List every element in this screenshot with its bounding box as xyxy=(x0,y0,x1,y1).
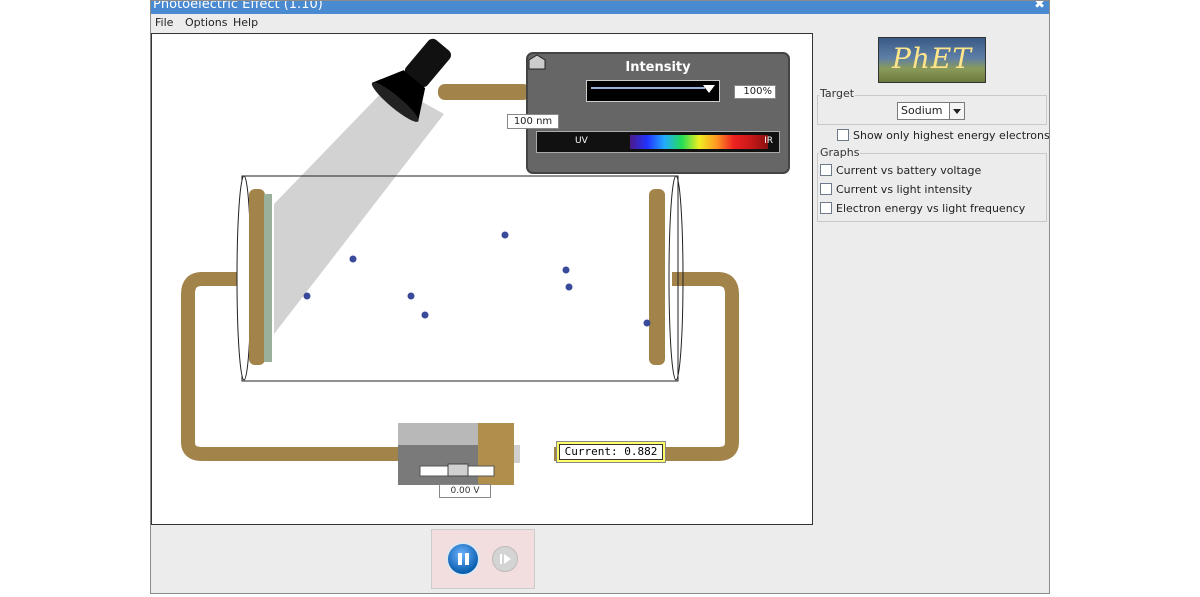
target-value: Sodium xyxy=(901,104,943,117)
light-beam xyxy=(274,84,444,334)
menu-bar: File Options Help xyxy=(151,14,1049,32)
wavelength-value-field[interactable]: 100 nm xyxy=(507,114,559,129)
visible-spectrum xyxy=(630,135,768,149)
menu-options[interactable]: Options xyxy=(185,16,227,29)
current-value: Current: 0.882 xyxy=(559,444,663,460)
intensity-title: Intensity xyxy=(625,60,691,75)
wavelength-knob-icon[interactable] xyxy=(528,54,546,70)
wire-right xyxy=(554,272,739,461)
electron xyxy=(562,266,570,274)
chevron-down-icon[interactable] xyxy=(949,103,964,119)
window-title: Photoelectric Effect (1.10) xyxy=(153,1,323,12)
electron xyxy=(501,231,509,239)
target-select[interactable]: Sodium xyxy=(897,102,965,120)
left-plate xyxy=(249,189,265,365)
graph-current-intensity-checkbox[interactable]: Current vs light intensity xyxy=(820,182,972,198)
checkbox-icon[interactable] xyxy=(820,164,832,176)
control-panel: PhET Target Sodium Show only highest ene… xyxy=(813,33,1049,593)
voltage-value-field[interactable]: 0.00 V xyxy=(439,484,491,498)
electron xyxy=(565,283,573,291)
graph-current-voltage-checkbox[interactable]: Current vs battery voltage xyxy=(820,163,981,179)
electron xyxy=(643,319,651,327)
step-button[interactable] xyxy=(492,546,518,572)
electron xyxy=(303,292,311,300)
target-label: Target xyxy=(819,87,856,100)
uv-label: UV xyxy=(575,136,588,146)
electron xyxy=(349,255,357,263)
current-readout: Current: 0.882 xyxy=(556,441,666,463)
pause-button[interactable] xyxy=(446,542,480,576)
intensity-panel: Intensity 100% UV IR xyxy=(526,52,790,174)
intensity-value-field[interactable]: 100% xyxy=(734,85,776,99)
slider-knob-icon[interactable] xyxy=(703,85,715,93)
intensity-slider[interactable] xyxy=(586,80,720,102)
ir-label: IR xyxy=(764,136,773,146)
wavelength-spectrum-slider[interactable]: UV IR xyxy=(536,131,780,153)
graphs-label: Graphs xyxy=(819,146,861,159)
electron xyxy=(407,292,415,300)
close-icon[interactable]: ✖ xyxy=(1034,1,1045,11)
simulation-canvas: Intensity 100% UV IR 100 nm Current: 0.8… xyxy=(151,33,813,525)
title-bar: Photoelectric Effect (1.10) ✖ xyxy=(151,1,1049,14)
checkbox-icon[interactable] xyxy=(837,129,849,141)
phet-logo: PhET xyxy=(878,37,986,83)
battery[interactable] xyxy=(398,423,520,485)
app-window: Photoelectric Effect (1.10) ✖ File Optio… xyxy=(150,0,1050,594)
left-plate-surface xyxy=(264,194,272,362)
highest-energy-checkbox[interactable]: Show only highest energy electrons xyxy=(837,128,1049,144)
lamp-arm xyxy=(438,84,530,100)
menu-help[interactable]: Help xyxy=(233,16,258,29)
checkbox-icon[interactable] xyxy=(820,183,832,195)
menu-file[interactable]: File xyxy=(155,16,173,29)
electron xyxy=(421,311,429,319)
playback-controls xyxy=(431,529,535,589)
graph-energy-frequency-checkbox[interactable]: Electron energy vs light frequency xyxy=(820,201,1025,217)
right-plate xyxy=(649,189,665,365)
checkbox-icon[interactable] xyxy=(820,202,832,214)
